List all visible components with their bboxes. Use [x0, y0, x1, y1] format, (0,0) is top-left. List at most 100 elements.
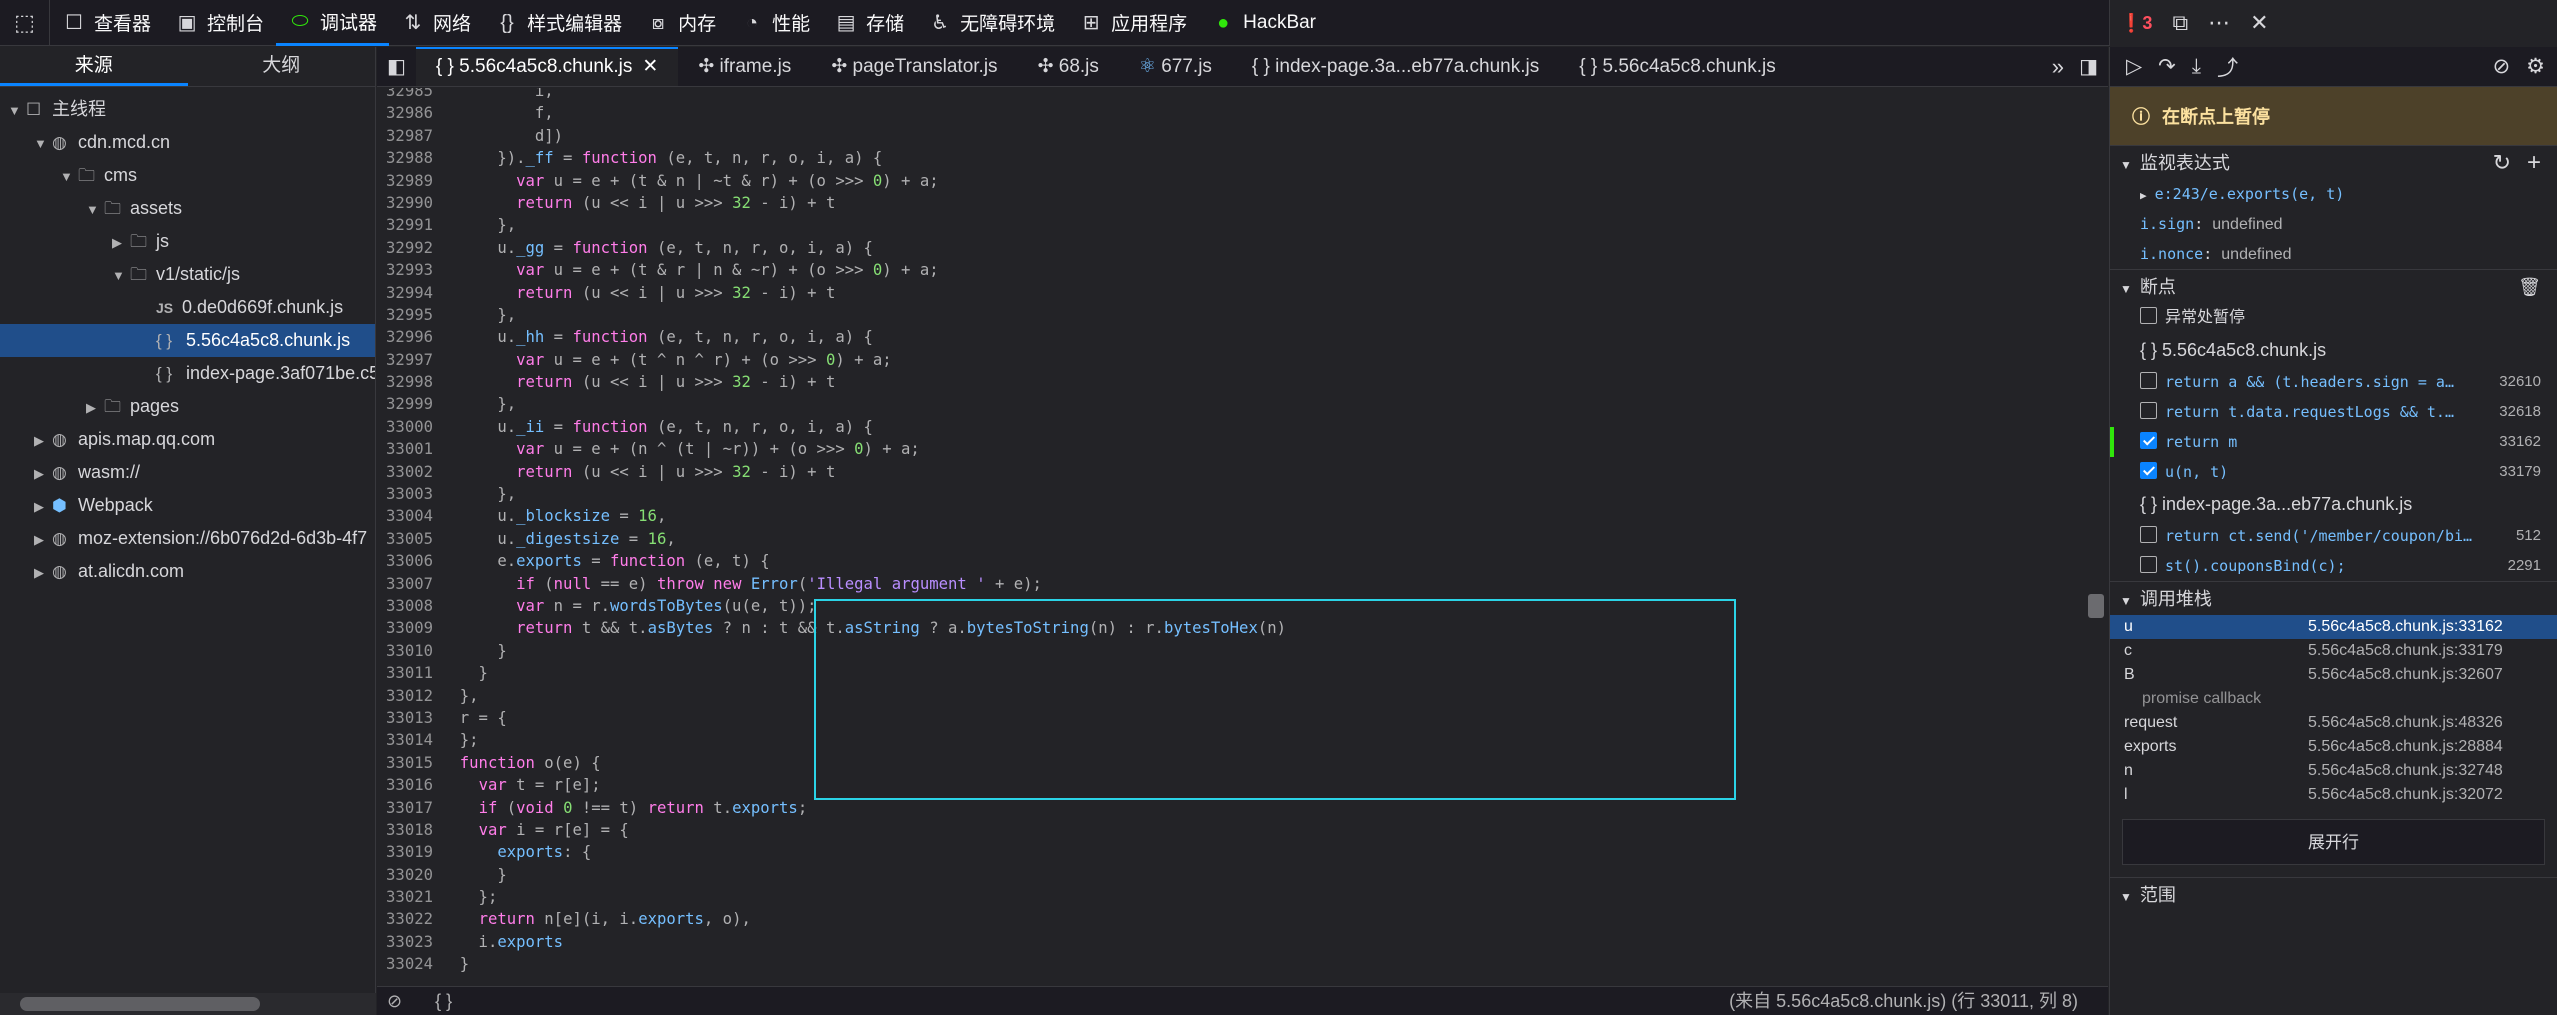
chevron-down-icon[interactable]: ▼: [86, 193, 104, 225]
code-line[interactable]: 33007 if (null == e) throw new Error('Il…: [377, 573, 2084, 595]
code-line[interactable]: 33023 i.exports: [377, 931, 2084, 953]
error-count-badge[interactable]: ❗3: [2120, 13, 2152, 34]
breakpoint-checkbox[interactable]: [2140, 372, 2157, 390]
chevron-right-icon[interactable]: ▶: [34, 556, 52, 588]
code-line[interactable]: 33019 exports: {: [377, 841, 2084, 863]
line-number[interactable]: 32991: [377, 214, 441, 236]
code-line[interactable]: 32994 return (u << i | u >>> 32 - i) + t: [377, 282, 2084, 304]
resume-icon[interactable]: ▷: [2126, 54, 2142, 79]
breakpoint-checkbox[interactable]: [2140, 556, 2157, 574]
chevron-right-icon[interactable]: ▶: [34, 457, 52, 489]
tree-item[interactable]: ▶ 🗀 pages: [0, 390, 375, 423]
line-number[interactable]: 33014: [377, 729, 441, 751]
code-line[interactable]: 33000 u._ii = function (e, t, n, r, o, i…: [377, 416, 2084, 438]
tree-item[interactable]: ▼ ☐ 主线程: [0, 93, 375, 126]
call-stack-frame[interactable]: n 5.56c4a5c8.chunk.js:32748: [2110, 759, 2557, 783]
line-number[interactable]: 32988: [377, 147, 441, 169]
vertical-scrollbar[interactable]: [2084, 88, 2108, 986]
tab-debugger[interactable]: ⬭ 调试器: [276, 0, 390, 46]
tree-item[interactable]: { } index-page.3af071be.c54: [0, 357, 375, 390]
more-options-icon[interactable]: ⋯: [2208, 10, 2230, 36]
line-number[interactable]: 32987: [377, 125, 441, 147]
code-line[interactable]: 33004 u._blocksize = 16,: [377, 505, 2084, 527]
chevron-down-icon[interactable]: ▼: [112, 259, 130, 291]
line-number[interactable]: 32999: [377, 393, 441, 415]
chevron-right-icon[interactable]: ▶: [34, 424, 52, 456]
line-number[interactable]: 32996: [377, 326, 441, 348]
call-stack-frame[interactable]: B 5.56c4a5c8.chunk.js:32607: [2110, 663, 2557, 687]
call-stack-frame[interactable]: c 5.56c4a5c8.chunk.js:33179: [2110, 639, 2557, 663]
watch-header[interactable]: ▼ 监视表达式 ↻ +: [2110, 145, 2557, 179]
tree-item[interactable]: ▶ ⬢ Webpack: [0, 489, 375, 522]
line-number[interactable]: 32989: [377, 170, 441, 192]
close-icon[interactable]: ✕: [2250, 10, 2268, 36]
line-number[interactable]: 33017: [377, 797, 441, 819]
tree-item[interactable]: JS 0.de0d669f.chunk.js: [0, 291, 375, 324]
chevron-down-icon[interactable]: ▼: [8, 94, 26, 126]
line-number[interactable]: 32990: [377, 192, 441, 214]
tree-item[interactable]: ▶ ◍ wasm://: [0, 456, 375, 489]
code-line[interactable]: 33003 },: [377, 483, 2084, 505]
step-in-icon[interactable]: ⤓: [2192, 55, 2201, 79]
chevron-right-icon[interactable]: ▶: [86, 391, 104, 423]
breakpoint-item[interactable]: return a && (t.headers.sign = a… 32610: [2110, 367, 2557, 397]
pretty-print-button[interactable]: { }: [407, 991, 452, 1011]
code-line[interactable]: 32995 },: [377, 304, 2084, 326]
code-line[interactable]: 32990 return (u << i | u >>> 32 - i) + t: [377, 192, 2084, 214]
call-stack-frame[interactable]: exports 5.56c4a5c8.chunk.js:28884: [2110, 735, 2557, 759]
breakpoint-file[interactable]: { } 5.56c4a5c8.chunk.js: [2110, 333, 2557, 367]
editor-tab[interactable]: { } 5.56c4a5c8.chunk.js: [1559, 47, 1795, 86]
line-number[interactable]: 33006: [377, 550, 441, 572]
tab-accessibility[interactable]: ♿ 无障碍环境: [916, 0, 1067, 46]
chevron-right-icon[interactable]: ▶: [34, 490, 52, 522]
chevron-right-icon[interactable]: ▶: [2140, 189, 2147, 202]
code-line[interactable]: 33005 u._digestsize = 16,: [377, 528, 2084, 550]
breakpoint-file[interactable]: { } index-page.3a...eb77a.chunk.js: [2110, 487, 2557, 521]
breakpoint-checkbox[interactable]: [2140, 432, 2157, 450]
scrollbar-thumb[interactable]: [2088, 594, 2104, 618]
line-number[interactable]: 33019: [377, 841, 441, 863]
code-line[interactable]: 32998 return (u << i | u >>> 32 - i) + t: [377, 371, 2084, 393]
line-number[interactable]: 33013: [377, 707, 441, 729]
tree-item[interactable]: ▶ ◍ apis.map.qq.com: [0, 423, 375, 456]
line-number[interactable]: 33007: [377, 573, 441, 595]
line-number[interactable]: 33024: [377, 953, 441, 975]
tab-memory[interactable]: ⧇ 内存: [634, 0, 728, 46]
breakpoints-header[interactable]: ▼ 断点 🗑: [2110, 269, 2557, 303]
scopes-header[interactable]: ▼ 范围: [2110, 877, 2557, 911]
step-out-icon[interactable]: ⤴: [2217, 52, 2238, 82]
editor-tab[interactable]: { } 5.56c4a5c8.chunk.js ✕: [415, 47, 679, 86]
line-number[interactable]: 33010: [377, 640, 441, 662]
tab-storage[interactable]: ▤ 存储: [822, 0, 916, 46]
line-number[interactable]: 32986: [377, 102, 441, 124]
tab-performance[interactable]: ◔ 性能: [728, 0, 822, 46]
tab-application[interactable]: ⊞ 应用程序: [1067, 0, 1199, 46]
code-line[interactable]: 33001 var u = e + (n ^ (t | ~r)) + (o >>…: [377, 438, 2084, 460]
breakpoint-item[interactable]: st().couponsBind(c); 2291: [2110, 551, 2557, 581]
more-tabs-icon[interactable]: »: [2052, 54, 2064, 80]
breakpoint-checkbox[interactable]: [2140, 402, 2157, 420]
line-number[interactable]: 33003: [377, 483, 441, 505]
watch-expression[interactable]: i.sign: undefined: [2110, 209, 2557, 239]
tab-network[interactable]: ⇅ 网络: [389, 0, 483, 46]
checkbox[interactable]: [2140, 307, 2157, 325]
watch-expression[interactable]: ▶ e:243/e.exports(e, t): [2110, 179, 2557, 209]
code-line[interactable]: 33018 var i = r[e] = {: [377, 819, 2084, 841]
close-tab-icon[interactable]: ✕: [642, 56, 658, 77]
toggle-debugger-panel-icon[interactable]: ◨: [2079, 54, 2098, 79]
call-stack-header[interactable]: ▼ 调用堆栈: [2110, 581, 2557, 615]
line-number[interactable]: 32994: [377, 282, 441, 304]
tree-item[interactable]: ▶ ◍ at.alicdn.com: [0, 555, 375, 588]
editor-tab[interactable]: ✣ iframe.js: [678, 47, 811, 86]
step-over-icon[interactable]: ↷: [2158, 54, 2176, 79]
line-number[interactable]: 33015: [377, 752, 441, 774]
line-number[interactable]: 32998: [377, 371, 441, 393]
breakpoint-checkbox[interactable]: [2140, 462, 2157, 480]
settings-icon[interactable]: ⚙: [2526, 54, 2545, 79]
line-number[interactable]: 33021: [377, 886, 441, 908]
element-picker-icon[interactable]: ⬚: [0, 0, 50, 46]
line-number[interactable]: 33004: [377, 505, 441, 527]
add-watch-icon[interactable]: +: [2527, 146, 2541, 180]
line-number[interactable]: 32993: [377, 259, 441, 281]
code-line[interactable]: 32991 },: [377, 214, 2084, 236]
